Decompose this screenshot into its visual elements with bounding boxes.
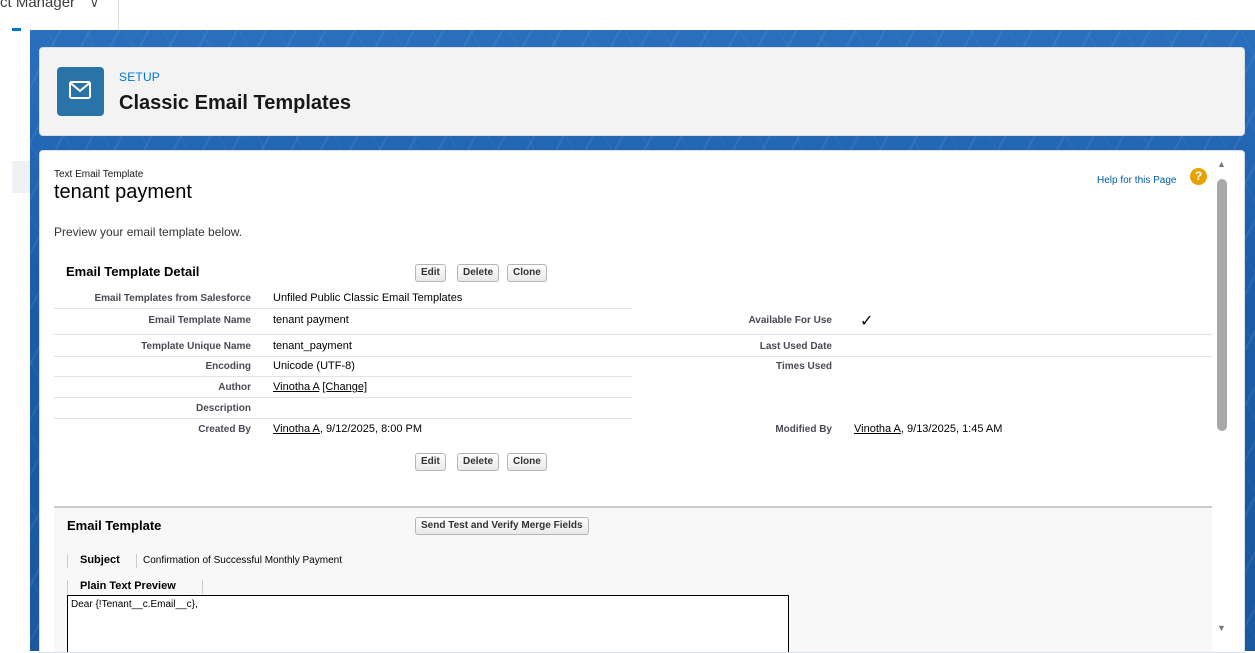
description-label: Description xyxy=(195,403,251,414)
plain-text-preview-box: Dear {!Tenant__c.Email__c}, xyxy=(67,595,789,652)
encoding-value: Unicode (UTF-8) xyxy=(273,360,355,372)
change-author-link[interactable]: [Change] xyxy=(322,381,367,393)
last-used-label: Last Used Date xyxy=(759,341,832,352)
subject-label: Subject xyxy=(80,554,120,566)
created-by-value: Vinotha A, 9/12/2025, 8:00 PM xyxy=(273,423,422,435)
page-header: SETUP Classic Email Templates xyxy=(39,47,1245,136)
clone-button-bottom[interactable]: Clone xyxy=(507,453,547,471)
email-template-section: Email Template Send Test and Verify Merg… xyxy=(54,506,1212,652)
divider xyxy=(67,580,68,594)
send-test-button[interactable]: Send Test and Verify Merge Fields xyxy=(415,517,589,535)
row-divider xyxy=(54,418,632,419)
delete-button-bottom[interactable]: Delete xyxy=(457,453,500,471)
folder-value: Unfiled Public Classic Email Templates xyxy=(273,292,463,304)
preview-instruction: Preview your email template below. xyxy=(54,225,243,239)
divider xyxy=(67,554,68,568)
author-label: Author xyxy=(218,382,251,393)
modified-by-label: Modified By xyxy=(775,424,832,435)
modified-date: , 9/13/2025, 1:45 AM xyxy=(900,423,1003,435)
available-for-use-label: Available For Use xyxy=(748,315,832,326)
app-name: ct Manager xyxy=(0,0,76,11)
subject-value: Confirmation of Successful Monthly Payme… xyxy=(143,555,342,566)
scroll-thumb[interactable] xyxy=(1217,179,1227,431)
unique-name-label: Template Unique Name xyxy=(141,341,251,352)
unique-name-value: tenant_payment xyxy=(273,340,352,352)
help-link[interactable]: Help for this Page xyxy=(1097,175,1177,186)
app-bar: ct Manager ∨ xyxy=(0,0,1255,31)
checkmark-icon: ✓ xyxy=(860,313,874,330)
chevron-down-icon[interactable]: ∨ xyxy=(90,0,99,10)
divider xyxy=(202,580,203,594)
row-divider xyxy=(54,376,632,377)
page-title: Classic Email Templates xyxy=(119,92,351,114)
app-bar-divider xyxy=(118,0,119,30)
encoding-label: Encoding xyxy=(205,361,251,372)
active-tab-indicator xyxy=(12,28,21,31)
help-icon[interactable]: ? xyxy=(1190,168,1207,185)
setup-label: SETUP xyxy=(119,70,161,84)
content-panel: Text Email Template tenant payment Help … xyxy=(39,150,1245,653)
plain-text-body: Dear {!Tenant__c.Email__c}, xyxy=(71,599,198,610)
envelope-icon xyxy=(57,67,104,116)
author-link[interactable]: Vinotha A xyxy=(273,381,319,393)
email-template-section-title: Email Template xyxy=(67,518,162,533)
scroll-down-icon[interactable]: ▼ xyxy=(1217,623,1226,633)
created-by-label: Created By xyxy=(198,424,251,435)
divider xyxy=(136,554,137,568)
created-date: , 9/12/2025, 8:00 PM xyxy=(319,423,423,435)
vertical-scrollbar[interactable]: ▲ ▼ xyxy=(1213,151,1231,652)
author-value: Vinotha A [Change] xyxy=(273,381,367,393)
folder-label: Email Templates from Salesforce xyxy=(94,293,251,304)
template-name-label: Email Template Name xyxy=(148,315,251,326)
detail-section-title: Email Template Detail xyxy=(66,264,200,279)
clone-button[interactable]: Clone xyxy=(507,264,547,282)
scroll-up-icon[interactable]: ▲ xyxy=(1217,159,1226,169)
modified-by-user-link[interactable]: Vinotha A xyxy=(854,423,901,435)
created-by-user-link[interactable]: Vinotha A xyxy=(273,423,320,435)
modified-by-value: Vinotha A, 9/13/2025, 1:45 AM xyxy=(854,423,1002,435)
row-divider xyxy=(54,356,1212,357)
template-type-label: Text Email Template xyxy=(54,169,144,180)
row-divider xyxy=(54,308,632,309)
delete-button[interactable]: Delete xyxy=(457,264,500,282)
row-divider xyxy=(54,397,632,398)
template-name-heading: tenant payment xyxy=(54,181,192,203)
row-divider xyxy=(54,334,1212,335)
edit-button-bottom[interactable]: Edit xyxy=(415,453,446,471)
edit-button[interactable]: Edit xyxy=(415,264,446,282)
plain-text-preview-label: Plain Text Preview xyxy=(80,580,176,592)
times-used-label: Times Used xyxy=(776,361,832,372)
template-name-value: tenant payment xyxy=(273,314,349,326)
